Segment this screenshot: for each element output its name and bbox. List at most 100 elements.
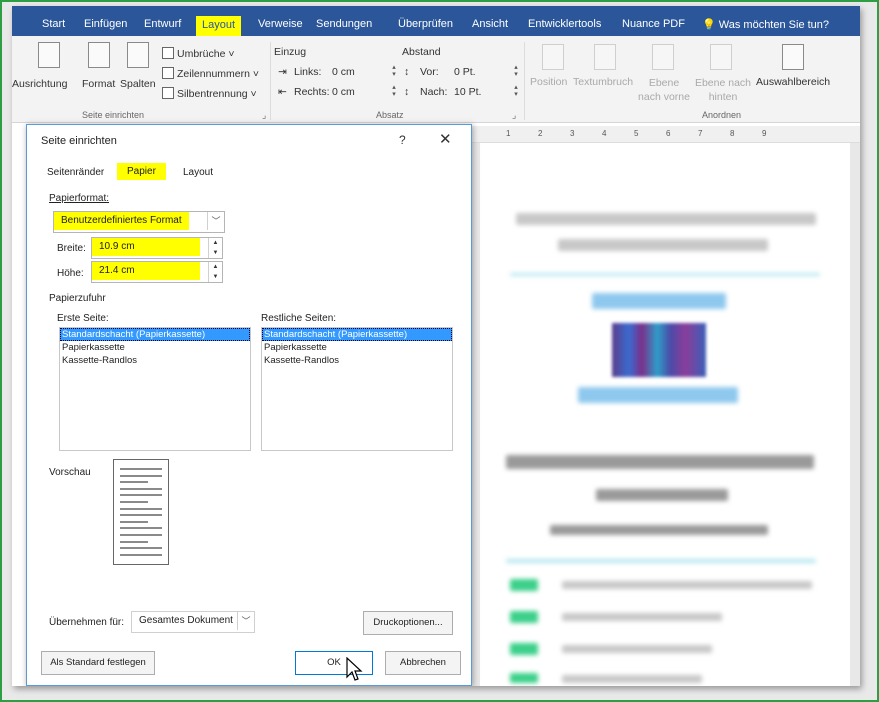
rechts-input[interactable]: 0 cm — [332, 86, 355, 98]
blurred-row-marker — [510, 643, 538, 655]
tab-verweise[interactable]: Verweise — [258, 18, 303, 30]
ruler-tick-label: 6 — [666, 129, 671, 138]
silbentrennung-button[interactable]: Silbentrennung ˅ — [162, 87, 257, 100]
tell-me-search[interactable]: 💡 Was möchten Sie tun? — [702, 18, 829, 31]
absatz-launcher-icon[interactable]: ⌟ — [512, 110, 516, 121]
size-icon — [88, 42, 110, 68]
nach-spinner[interactable]: ▴ ▾ — [512, 84, 520, 98]
preview-text-line — [120, 487, 162, 490]
links-input[interactable]: 0 cm — [332, 66, 355, 78]
tab-entwurf[interactable]: Entwurf — [144, 18, 181, 30]
help-button[interactable]: ? — [399, 133, 406, 147]
document-page — [480, 143, 850, 686]
mouse-cursor-icon — [346, 657, 363, 681]
send-backward-icon — [710, 44, 732, 70]
tab-papier[interactable]: Papier — [117, 163, 166, 180]
tab-entwicklertools[interactable]: Entwicklertools — [528, 18, 601, 30]
preview-text-line — [120, 501, 148, 503]
list-item[interactable]: Standardschacht (Papierkassette) — [60, 328, 250, 341]
hyphenation-icon — [162, 87, 174, 99]
blurred-divider — [506, 559, 816, 563]
links-spinner[interactable]: ▴ ▾ — [390, 64, 398, 78]
spalten-button[interactable]: Spalten — [120, 78, 156, 90]
ebene-vorne-button[interactable]: Ebene nach vorne — [636, 76, 692, 104]
tab-sendungen[interactable]: Sendungen — [316, 18, 372, 30]
blurred-row-marker — [510, 611, 538, 623]
vorschau-heading: Vorschau — [49, 467, 91, 478]
tab-layout[interactable]: Layout — [196, 16, 242, 36]
list-item[interactable]: Kassette-Randlos — [262, 354, 452, 367]
tab-einfuegen[interactable]: Einfügen — [84, 18, 127, 30]
silbentrennung-label: Silbentrennung ˅ — [177, 88, 257, 100]
ebene-hinten-button[interactable]: Ebene nach hinten — [694, 76, 752, 104]
ribbon: Ausrichtung Format Spalten Umbrüche ˅ Ze… — [12, 36, 860, 123]
breaks-icon — [162, 47, 174, 59]
breite-spinner[interactable]: ▲ ▼ — [208, 238, 222, 258]
ruler-tick-label: 4 — [602, 129, 607, 138]
page-preview — [113, 459, 169, 565]
chevron-down-icon: ﹀ — [237, 612, 254, 630]
breite-value: 10.9 cm — [92, 238, 200, 256]
restliche-seiten-label: Restliche Seiten: — [261, 313, 337, 324]
blurred-heading — [578, 387, 738, 403]
vor-spinner[interactable]: ▴ ▾ — [512, 64, 520, 78]
tab-layout-dialog[interactable]: Layout — [183, 167, 213, 178]
uebernehmen-select[interactable]: Gesamtes Dokument ﹀ — [131, 611, 255, 633]
ruler-tick-label: 1 — [506, 129, 511, 138]
breite-label: Breite: — [57, 243, 86, 254]
hoehe-label: Höhe: — [57, 268, 84, 279]
tab-nuance-pdf[interactable]: Nuance PDF — [622, 18, 685, 30]
word-window: Start Einfügen Entwurf Layout Verweise S… — [12, 6, 860, 686]
spacing-after-icon: ↕ — [404, 86, 410, 98]
line-numbers-icon — [162, 67, 174, 79]
preview-text-line — [120, 520, 148, 523]
zeilennummern-button[interactable]: Zeilennummern ˅ — [162, 67, 259, 80]
dialog-launcher-icon[interactable]: ⌟ — [262, 110, 266, 121]
blurred-row — [562, 645, 712, 653]
ruler-tick-label: 9 — [762, 129, 767, 138]
rechts-spinner[interactable]: ▴ ▾ — [390, 84, 398, 98]
zeilennummern-label: Zeilennummern ˅ — [177, 68, 259, 80]
ruler-tick-label: 8 — [730, 129, 735, 138]
vor-input[interactable]: 0 Pt. — [454, 66, 476, 78]
papierformat-select[interactable]: Benutzerdefiniertes Format ﹀ — [53, 211, 225, 233]
list-item[interactable]: Kassette-Randlos — [60, 354, 250, 367]
breite-input[interactable]: 10.9 cm ▲ ▼ — [91, 237, 223, 259]
abbrechen-button[interactable]: Abbrechen — [385, 651, 461, 675]
columns-icon — [127, 42, 149, 68]
tab-ansicht[interactable]: Ansicht — [472, 18, 508, 30]
tab-seitenraender[interactable]: Seitenränder — [47, 167, 104, 178]
list-item[interactable]: Papierkassette — [60, 341, 250, 354]
nach-input[interactable]: 10 Pt. — [454, 86, 481, 98]
group-seite-einrichten: Seite einrichten — [82, 110, 145, 120]
restliche-seiten-list[interactable]: Standardschacht (Papierkassette) Papierk… — [261, 327, 453, 451]
format-button[interactable]: Format — [82, 78, 115, 90]
blurred-row-marker — [510, 579, 538, 591]
erste-seite-list[interactable]: Standardschacht (Papierkassette) Papierk… — [59, 327, 251, 451]
auswahlbereich-button[interactable]: Auswahlbereich — [756, 76, 830, 88]
preview-text-line — [120, 494, 162, 497]
preview-text-line — [120, 474, 162, 477]
hoehe-input[interactable]: 21.4 cm ▲ ▼ — [91, 261, 223, 283]
hoehe-spinner[interactable]: ▲ ▼ — [208, 262, 222, 282]
list-item[interactable]: Standardschacht (Papierkassette) — [262, 328, 452, 341]
druckoptionen-button[interactable]: Druckoptionen... — [363, 611, 453, 635]
dialog-title: Seite einrichten — [41, 135, 117, 147]
position-button[interactable]: Position — [530, 76, 567, 88]
document-area — [470, 143, 860, 686]
blurred-row-marker — [510, 673, 538, 683]
tab-ueberpruefen[interactable]: Überprüfen — [398, 18, 453, 30]
chevron-down-icon: ﹀ — [207, 212, 224, 230]
close-icon[interactable]: ✕ — [439, 130, 452, 148]
tab-start[interactable]: Start — [42, 18, 65, 30]
umbrueche-button[interactable]: Umbrüche ˅ — [162, 47, 234, 60]
textumbruch-button[interactable]: Textumbruch — [573, 76, 633, 88]
blurred-divider — [510, 273, 820, 276]
preview-text-line — [120, 547, 162, 550]
orientation-icon — [38, 42, 60, 68]
list-item[interactable]: Papierkassette — [262, 341, 452, 354]
als-standard-button[interactable]: Als Standard festlegen — [41, 651, 155, 675]
ausrichtung-button[interactable]: Ausrichtung — [12, 78, 67, 90]
erste-seite-label: Erste Seite: — [57, 313, 109, 324]
vor-label: Vor: — [420, 66, 439, 78]
